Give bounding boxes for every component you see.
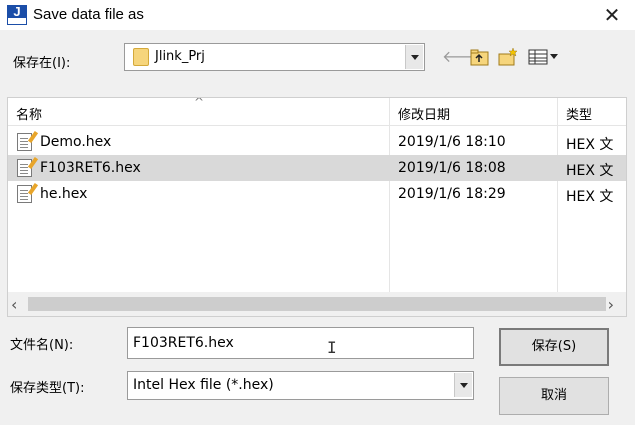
horizontal-scrollbar[interactable]: ‹ › [8, 292, 626, 316]
file-modified: 2019/1/6 18:29 [398, 186, 506, 202]
close-icon: ✕ [603, 3, 621, 27]
back-arrow-icon[interactable]: 🡐 [442, 46, 485, 68]
scroll-left-icon[interactable]: ‹ [11, 295, 17, 314]
jlink-app-icon: J [7, 4, 27, 25]
list-header: ^ 名称 修改日期 类型 [8, 97, 626, 126]
file-name: F103RET6.hex [40, 160, 141, 176]
file-type-value: Intel Hex file (*.hex) [133, 377, 274, 393]
scrollbar-thumb[interactable] [28, 297, 606, 311]
sort-ascending-icon: ^ [194, 97, 205, 109]
folder-icon [133, 48, 149, 66]
column-header-type[interactable]: 类型 [566, 104, 592, 123]
hex-file-icon [17, 133, 32, 151]
file-type-label: 保存类型(T): [10, 381, 85, 396]
app-icon-letter: J [13, 4, 21, 19]
chevron-down-icon[interactable] [405, 45, 423, 69]
text-cursor-icon: I [327, 338, 337, 357]
file-list[interactable]: ^ 名称 修改日期 类型 Demo.hex 2019/1/6 18:10 HEX… [7, 97, 627, 317]
file-name: Demo.hex [40, 134, 112, 150]
file-name: he.hex [40, 186, 88, 202]
column-header-name[interactable]: 名称 [16, 104, 42, 123]
chevron-down-icon[interactable] [454, 373, 472, 397]
file-type: HEX 文 [566, 137, 614, 153]
file-name-input[interactable] [127, 327, 474, 359]
hex-file-icon [17, 159, 32, 177]
save-in-dropdown[interactable]: Jlink_Prj [124, 43, 425, 71]
title-bar: J Save data file as ✕ [0, 0, 635, 30]
file-row[interactable]: Demo.hex 2019/1/6 18:10 HEX 文 [8, 129, 626, 155]
view-menu-icon[interactable] [527, 46, 563, 68]
file-row[interactable]: he.hex 2019/1/6 18:29 HEX 文 [8, 181, 626, 207]
cancel-button[interactable]: 取消 [499, 377, 609, 415]
save-button[interactable]: 保存(S) [499, 328, 609, 366]
file-type-dropdown[interactable]: Intel Hex file (*.hex) [127, 371, 474, 400]
window-title: Save data file as [33, 6, 144, 23]
file-modified: 2019/1/6 18:08 [398, 160, 506, 176]
file-modified: 2019/1/6 18:10 [398, 134, 506, 150]
save-in-label: 保存在(I): [13, 56, 71, 71]
file-type: HEX 文 [566, 189, 614, 205]
new-folder-icon[interactable] [497, 46, 519, 68]
file-name-label: 文件名(N): [10, 338, 74, 353]
close-button[interactable]: ✕ [599, 3, 625, 27]
file-row-selected[interactable]: F103RET6.hex 2019/1/6 18:08 HEX 文 [8, 155, 626, 181]
save-in-value: Jlink_Prj [155, 49, 205, 64]
scroll-right-icon[interactable]: › [608, 295, 614, 314]
hex-file-icon [17, 185, 32, 203]
column-header-modified[interactable]: 修改日期 [398, 104, 450, 123]
up-folder-icon[interactable] [469, 46, 491, 68]
file-type: HEX 文 [566, 163, 614, 179]
